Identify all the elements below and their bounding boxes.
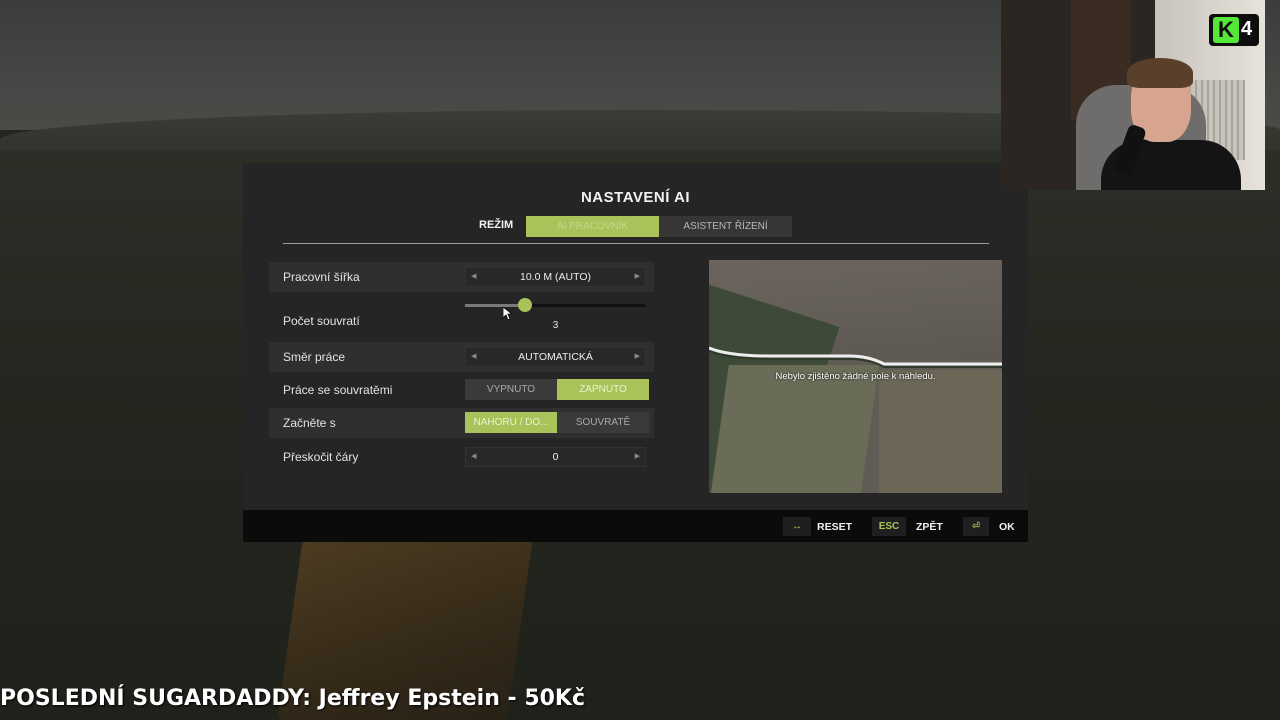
dialog-footer: ↔ RESET ESC ZPĚT ⏎ OK bbox=[243, 510, 1028, 542]
headland-count-value: 3 bbox=[552, 320, 559, 331]
setting-work-direction: Směr práce ◀ AUTOMATICKÁ ▶ bbox=[269, 342, 654, 372]
start-with-label: Začněte s bbox=[283, 416, 336, 430]
arrow-right-icon[interactable]: ▶ bbox=[635, 452, 640, 460]
headland-work-on-button[interactable]: ZAPNUTO bbox=[557, 379, 649, 400]
slider-fill bbox=[465, 304, 525, 307]
working-width-value: 10.0 M (AUTO) bbox=[520, 271, 591, 283]
skip-lines-value: 0 bbox=[552, 451, 559, 463]
skip-lines-selector[interactable]: ◀ 0 ▶ bbox=[465, 447, 646, 467]
slider-knob[interactable] bbox=[517, 298, 532, 312]
dialog-title: NASTAVENÍ AI bbox=[580, 189, 691, 206]
preview-road bbox=[709, 346, 1002, 368]
ok-label: OK bbox=[999, 521, 1015, 533]
arrow-right-icon[interactable]: ▶ bbox=[635, 352, 640, 360]
channel-badge-number: 4 bbox=[1241, 18, 1253, 40]
preview-field bbox=[709, 365, 879, 493]
headland-work-label: Práce se souvratěmi bbox=[283, 383, 393, 397]
setting-headland-work: Práce se souvratěmi VYPNUTO ZAPNUTO bbox=[269, 375, 654, 405]
esc-key-icon: ESC bbox=[872, 517, 906, 536]
mouse-cursor-icon bbox=[503, 307, 513, 321]
start-with-up-down-button[interactable]: NAHORU / DO... bbox=[465, 412, 557, 433]
reset-key-icon: ↔ bbox=[783, 517, 811, 536]
work-direction-selector[interactable]: ◀ AUTOMATICKÁ ▶ bbox=[465, 347, 646, 367]
back-button[interactable]: ESC ZPĚT bbox=[872, 517, 944, 536]
working-width-selector[interactable]: ◀ 10.0 M (AUTO) ▶ bbox=[465, 267, 646, 287]
tab-steering-assist[interactable]: ASISTENT ŘÍZENÍ bbox=[659, 216, 792, 237]
mode-label: REŽIM bbox=[479, 219, 514, 231]
ai-settings-dialog: NASTAVENÍ AI REŽIM AI PRACOVNÍK ASISTENT… bbox=[243, 163, 1028, 510]
work-direction-value: AUTOMATICKÁ bbox=[518, 351, 593, 363]
preview-field bbox=[879, 370, 1002, 493]
skip-lines-label: Přeskočit čáry bbox=[283, 450, 359, 464]
headland-count-label: Počet souvratí bbox=[283, 314, 360, 328]
setting-working-width: Pracovní šířka ◀ 10.0 M (AUTO) ▶ bbox=[269, 262, 654, 292]
working-width-label: Pracovní šířka bbox=[283, 270, 360, 284]
reset-label: RESET bbox=[817, 521, 853, 533]
channel-logo-icon: K bbox=[1213, 17, 1239, 43]
channel-badge: K 4 bbox=[1209, 14, 1259, 46]
preview-message: Nebylo zjištěno žádné pole k náhledu. bbox=[775, 371, 936, 382]
headland-count-slider[interactable] bbox=[465, 298, 646, 312]
setting-skip-lines: Přeskočit čáry ◀ 0 ▶ bbox=[269, 442, 654, 472]
field-preview-map: Nebylo zjištěno žádné pole k náhledu. bbox=[709, 260, 1002, 493]
enter-key-icon: ⏎ bbox=[963, 517, 989, 536]
setting-start-with: Začněte s NAHORU / DO... SOUVRATĚ bbox=[269, 408, 654, 438]
headland-work-off-button[interactable]: VYPNUTO bbox=[465, 379, 557, 400]
cam-hair bbox=[1127, 58, 1193, 88]
tab-ai-worker[interactable]: AI PRACOVNÍK bbox=[526, 216, 659, 237]
work-direction-label: Směr práce bbox=[283, 350, 346, 364]
back-label: ZPĚT bbox=[916, 521, 943, 533]
start-with-headland-button[interactable]: SOUVRATĚ bbox=[557, 412, 649, 433]
arrow-right-icon[interactable]: ▶ bbox=[635, 272, 640, 280]
ok-button[interactable]: ⏎ OK bbox=[963, 517, 1019, 536]
donation-ticker: POSLEDNÍ SUGARDADDY: Jeffrey Epstein - 5… bbox=[0, 686, 586, 711]
header-divider bbox=[283, 243, 989, 244]
reset-button[interactable]: ↔ RESET bbox=[783, 517, 853, 536]
